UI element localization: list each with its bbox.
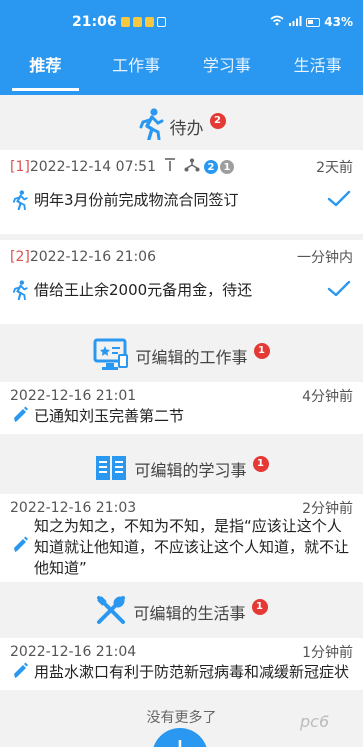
runner-icon — [138, 108, 164, 144]
status-bar: 21:06 43% — [0, 0, 363, 44]
item-time-ago: 2天前 — [316, 160, 353, 176]
life-item-content: 用盐水漱口有利于防范新冠病毒和减缓新冠症状 — [12, 662, 351, 686]
tab-life[interactable]: 生活事 — [272, 44, 363, 95]
item-datetime: 2022-12-16 21:03 — [10, 500, 137, 516]
item-text: 借给王止余2000元备用金，待还 — [34, 281, 253, 299]
item-time-ago: 4分钟前 — [302, 389, 353, 405]
item-datetime: 2022-12-16 21:06 — [29, 249, 157, 265]
battery-level: 43% — [324, 15, 353, 29]
life-count-badge: 1 — [251, 599, 268, 615]
work-section-title: 可编辑的工作事 1 — [0, 336, 363, 376]
wifi-icon — [270, 15, 284, 29]
item-datetime: 2022-12-16 21:04 — [10, 644, 137, 660]
pin-top-icon[interactable] — [164, 158, 176, 176]
notification-icons — [120, 17, 166, 27]
item-text: 知之为知之，不知为不知，是指“应该让这个人知道就让他知道，不应该让这个人知道，就… — [34, 517, 350, 577]
item-time-ago: 一分钟内 — [297, 250, 353, 266]
study-item-content: 知之为知之，不知为不知，是指“应该让这个人知道就让他知道，不应该让这个人知道，就… — [12, 516, 351, 579]
pencil-icon[interactable] — [12, 406, 28, 430]
todo-item-meta: [2] 2022-12-16 21:06 一分钟内 — [10, 246, 353, 268]
study-count-badge: 1 — [252, 456, 269, 472]
utensils-icon — [95, 594, 127, 630]
tab-study[interactable]: 学习事 — [182, 44, 273, 95]
runner-icon — [12, 280, 28, 306]
item-index: [1] — [10, 159, 30, 175]
study-section-title: 可编辑的学习事 1 — [0, 450, 363, 488]
share-node-icon[interactable] — [184, 158, 200, 176]
section-label: 可编辑的学习事 — [134, 461, 247, 480]
notification-icon — [144, 17, 154, 27]
notification-icon — [120, 17, 130, 27]
todo-item-card[interactable]: [1] 2022-12-14 07:51 2 1 2天前 明年3月份前完成物流合… — [0, 150, 363, 234]
todo-item-card[interactable]: [2] 2022-12-16 21:06 一分钟内 借给王止余2000元备用金，… — [0, 240, 363, 324]
life-item-card[interactable]: 2022-12-16 21:04 1分钟前 用盐水漱口有利于防范新冠病毒和减缓新… — [0, 638, 363, 690]
count-badge-blue: 2 — [204, 160, 219, 174]
check-icon[interactable] — [327, 280, 351, 304]
tab-work[interactable]: 工作事 — [91, 44, 182, 95]
todo-section-title: 待办 2 — [0, 108, 363, 144]
work-item-meta: 2022-12-16 21:01 4分钟前 — [10, 386, 353, 406]
battery-icon — [306, 17, 321, 27]
check-icon[interactable] — [327, 190, 351, 214]
item-text: 用盐水漱口有利于防范新冠病毒和减缓新冠症状 — [34, 663, 350, 681]
todo-item-meta: [1] 2022-12-14 07:51 2 1 2天前 — [10, 156, 353, 178]
count-badge-gray: 1 — [220, 160, 235, 174]
todo-item-content: 明年3月份前完成物流合同签订 — [12, 190, 351, 216]
watermark: pc6 — [300, 712, 330, 731]
book-icon — [94, 452, 128, 486]
item-text: 明年3月份前完成物流合同签订 — [34, 191, 239, 209]
item-text: 已通知刘玉完善第二节 — [34, 407, 185, 425]
app-header: 21:06 43% 推荐 工作事 学习事 生活事 — [0, 0, 363, 95]
todo-item-content: 借给王止余2000元备用金，待还 — [12, 280, 351, 306]
item-datetime: 2022-12-14 07:51 — [29, 159, 157, 175]
add-button[interactable]: + — [152, 728, 208, 747]
work-count-badge: 1 — [253, 343, 270, 359]
category-tabs: 推荐 工作事 学习事 生活事 — [0, 44, 363, 95]
study-item-card[interactable]: 2022-12-16 21:03 2分钟前 知之为知之，不知为不知，是指“应该让… — [0, 494, 363, 582]
life-item-meta: 2022-12-16 21:04 1分钟前 — [10, 642, 353, 662]
status-time: 21:06 — [72, 14, 117, 30]
study-item-meta: 2022-12-16 21:03 2分钟前 — [10, 498, 353, 518]
item-datetime: 2022-12-16 21:01 — [10, 388, 137, 404]
tab-recommended[interactable]: 推荐 — [0, 44, 91, 95]
item-time-ago: 2分钟前 — [302, 501, 353, 517]
todo-count-badge: 2 — [209, 113, 226, 129]
pencil-icon[interactable] — [12, 536, 28, 560]
pencil-icon[interactable] — [12, 662, 28, 686]
section-label: 可编辑的生活事 — [133, 604, 246, 623]
monitor-icon — [93, 337, 129, 375]
section-label: 待办 — [169, 118, 204, 139]
status-right: 43% — [270, 15, 353, 29]
work-item-card[interactable]: 2022-12-16 21:01 4分钟前 已通知刘玉完善第二节 — [0, 382, 363, 434]
eye-icon — [156, 17, 166, 27]
item-time-ago: 1分钟前 — [302, 645, 353, 661]
runner-icon — [12, 190, 28, 216]
section-label: 可编辑的工作事 — [135, 348, 248, 367]
item-index: [2] — [10, 249, 30, 265]
life-section-title: 可编辑的生活事 1 — [0, 592, 363, 632]
work-item-content: 已通知刘玉完善第二节 — [12, 406, 351, 430]
notification-icon — [132, 17, 142, 27]
signal-icon — [288, 15, 302, 29]
